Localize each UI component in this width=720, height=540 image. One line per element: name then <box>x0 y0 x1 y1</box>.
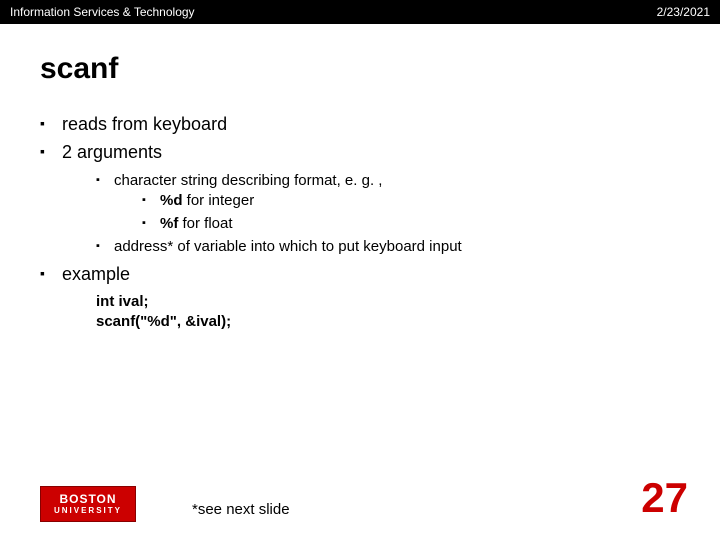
logo-bottom: UNIVERSITY <box>54 507 122 515</box>
sub-format-text: character string describing format, e. g… <box>114 172 382 189</box>
code-f: %f <box>160 215 178 232</box>
example-code: int ival; scanf("%d", &ival); <box>40 292 680 333</box>
sub-d: %d for integer <box>142 191 680 211</box>
header-left: Information Services & Technology <box>10 5 195 19</box>
code-d: %d <box>160 192 183 209</box>
sub-f: %f for float <box>142 214 680 234</box>
page-number: 27 <box>641 474 688 522</box>
code-line-2: scanf("%d", &ival); <box>96 312 680 332</box>
bullet-reads: reads from keyboard <box>40 112 680 136</box>
slide: Information Services & Technology 2/23/2… <box>0 0 720 540</box>
sub-f-rest: for float <box>178 215 232 232</box>
logo-top: BOSTON <box>59 493 116 505</box>
code-line-1: int ival; <box>96 292 680 312</box>
header-date: 2/23/2021 <box>657 5 710 19</box>
sub-d-rest: for integer <box>183 192 255 209</box>
sub-format: character string describing format, e. g… <box>96 171 680 235</box>
footer: BOSTON UNIVERSITY *see next slide 27 <box>0 474 720 522</box>
slide-title: scanf <box>0 24 720 94</box>
bullet-example: example <box>40 262 680 286</box>
sub-address: address* of variable into which to put k… <box>96 237 680 257</box>
bullet-args: 2 arguments character string describing … <box>40 140 680 257</box>
footnote: *see next slide <box>192 501 290 522</box>
bullet-args-text: 2 arguments <box>62 142 162 162</box>
bu-logo: BOSTON UNIVERSITY <box>40 486 136 522</box>
header-bar: Information Services & Technology 2/23/2… <box>0 0 720 24</box>
